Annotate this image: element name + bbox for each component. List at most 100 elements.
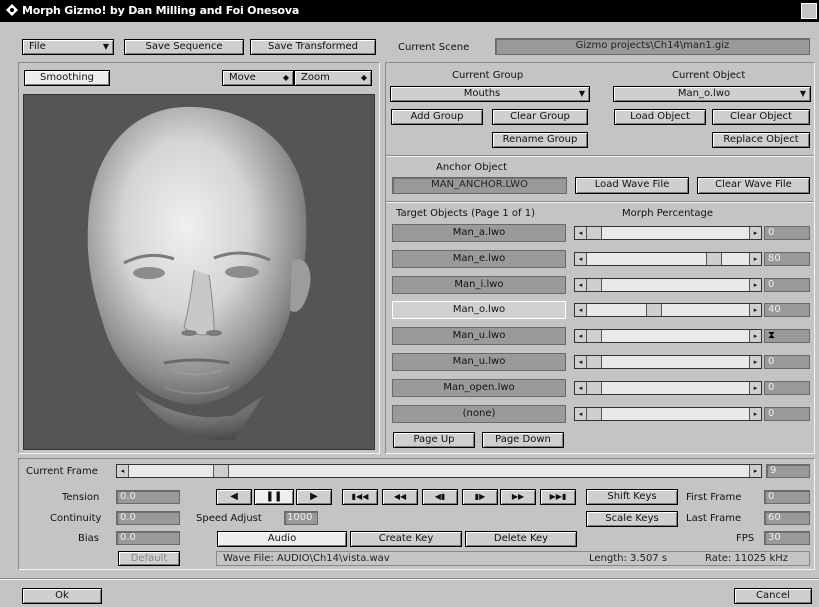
load-object-button[interactable]: Load Object [614, 109, 706, 125]
morph-slider-thumb[interactable] [586, 382, 602, 394]
play-button[interactable]: ▶ [296, 489, 332, 505]
slider-right-arrow-icon[interactable]: ▸ [749, 227, 761, 239]
play-reverse-button[interactable]: ◀ [216, 489, 252, 505]
tension-field[interactable]: 0.0 [116, 490, 180, 504]
move-mode-select[interactable]: Move ◆ [222, 70, 294, 86]
target-object-name[interactable]: (none) [392, 405, 566, 423]
smoothing-button[interactable]: Smoothing [24, 70, 110, 86]
audio-button[interactable]: Audio [217, 531, 347, 547]
slider-left-arrow-icon[interactable]: ◂ [575, 304, 587, 316]
current-frame-slider[interactable]: ◂ ▸ [116, 464, 762, 478]
slider-left-arrow-icon[interactable]: ◂ [117, 465, 129, 477]
morph-percentage-field[interactable]: ⧗ [764, 329, 810, 343]
slider-left-arrow-icon[interactable]: ◂ [575, 253, 587, 265]
morph-percentage-field[interactable]: 0 [764, 407, 810, 421]
morph-percentage-slider[interactable]: ◂ ▸ [574, 226, 762, 240]
morph-percentage-slider[interactable]: ◂ ▸ [574, 278, 762, 292]
slider-right-arrow-icon[interactable]: ▸ [749, 304, 761, 316]
file-menu[interactable]: File ▼ [22, 39, 114, 55]
add-group-button[interactable]: Add Group [391, 109, 483, 125]
save-transformed-button[interactable]: Save Transformed [250, 39, 376, 55]
target-object-name[interactable]: Man_u.lwo [392, 327, 566, 345]
target-object-name[interactable]: Man_e.lwo [392, 250, 566, 268]
current-group-select[interactable]: Mouths ▼ [390, 86, 590, 102]
shift-keys-button[interactable]: Shift Keys [586, 489, 678, 505]
current-object-label: Current Object [672, 70, 746, 81]
current-frame-field[interactable]: 9 [766, 464, 810, 478]
morph-percentage-field[interactable]: 40 [764, 303, 810, 317]
morph-percentage-field[interactable]: 80 [764, 252, 810, 266]
ok-button[interactable]: Ok [22, 588, 102, 604]
morph-percentage-slider[interactable]: ◂ ▸ [574, 381, 762, 395]
last-frame-button[interactable]: ▶▶▮ [540, 489, 576, 505]
3d-viewport[interactable] [23, 94, 375, 450]
morph-slider-thumb[interactable] [586, 279, 602, 291]
target-object-name[interactable]: Man_o.lwo [392, 301, 566, 319]
clear-group-button[interactable]: Clear Group [492, 109, 588, 125]
morph-percentage-slider[interactable]: ◂ ▸ [574, 303, 762, 317]
morph-percentage-field[interactable]: 0 [764, 355, 810, 369]
slider-right-arrow-icon[interactable]: ▸ [749, 279, 761, 291]
page-up-button[interactable]: Page Up [393, 432, 475, 448]
cancel-button[interactable]: Cancel [734, 588, 812, 604]
create-key-button[interactable]: Create Key [350, 531, 462, 547]
replace-object-button[interactable]: Replace Object [712, 132, 810, 148]
default-button[interactable]: Default [118, 551, 180, 566]
morph-slider-thumb[interactable] [586, 330, 602, 342]
step-forward-button[interactable]: ▮▶ [462, 489, 498, 505]
target-object-name[interactable]: Man_i.lwo [392, 276, 566, 294]
anchor-object-field: MAN_ANCHOR.LWO [392, 177, 567, 194]
morph-percentage-field[interactable]: 0 [764, 226, 810, 240]
speed-adjust-label: Speed Adjust [196, 513, 262, 524]
pause-button[interactable]: ❚❚ [254, 489, 294, 505]
morph-slider-thumb[interactable] [706, 253, 722, 265]
title-bar: Morph Gizmo! by Dan Milling and Foi Ones… [0, 0, 819, 22]
rename-group-button[interactable]: Rename Group [492, 132, 588, 148]
morph-percentage-slider[interactable]: ◂ ▸ [574, 355, 762, 369]
morph-slider-thumb[interactable] [646, 304, 662, 316]
continuity-field[interactable]: 0.0 [116, 511, 180, 525]
page-down-button[interactable]: Page Down [482, 432, 564, 448]
morph-slider-thumb[interactable] [586, 356, 602, 368]
load-wave-file-button[interactable]: Load Wave File [575, 177, 689, 194]
step-back-button[interactable]: ◀▮ [422, 489, 458, 505]
last-frame-field[interactable]: 60 [764, 511, 810, 525]
slider-right-arrow-icon[interactable]: ▸ [749, 253, 761, 265]
fps-field[interactable]: 30 [764, 531, 810, 545]
morph-percentage-field[interactable]: 0 [764, 381, 810, 395]
clear-object-button[interactable]: Clear Object [712, 109, 810, 125]
target-object-name[interactable]: Man_u.lwo [392, 353, 566, 371]
scale-keys-button[interactable]: Scale Keys [586, 511, 678, 527]
first-frame-button[interactable]: ▮◀◀ [342, 489, 378, 505]
morph-gizmo-window: Morph Gizmo! by Dan Milling and Foi Ones… [0, 0, 819, 607]
fps-label: FPS [736, 533, 755, 544]
skip-to-end-icon: ▶▶▮ [549, 492, 567, 501]
morph-percentage-slider[interactable]: ◂ ▸ [574, 252, 762, 266]
clear-wave-file-button[interactable]: Clear Wave File [697, 177, 810, 194]
fast-forward-button[interactable]: ▶▶ [500, 489, 536, 505]
speed-adjust-field[interactable]: 1000 [284, 511, 318, 525]
anchor-object-label: Anchor Object [436, 162, 507, 173]
current-object-select[interactable]: Man_o.lwo ▼ [613, 86, 811, 102]
morph-percentage-slider[interactable]: ◂ ▸ [574, 329, 762, 343]
window-title: Morph Gizmo! by Dan Milling and Foi Ones… [22, 4, 300, 17]
current-frame-thumb[interactable] [213, 465, 229, 477]
zoom-mode-select[interactable]: Zoom ◆ [294, 70, 372, 86]
morph-percentage-slider[interactable]: ◂ ▸ [574, 407, 762, 421]
morph-percentage-field[interactable]: 0 [764, 278, 810, 292]
slider-right-arrow-icon[interactable]: ▸ [749, 465, 761, 477]
slider-right-arrow-icon[interactable]: ▸ [749, 408, 761, 420]
target-object-name[interactable]: Man_open.lwo [392, 379, 566, 397]
morph-slider-thumb[interactable] [586, 227, 602, 239]
first-frame-field[interactable]: 0 [764, 490, 810, 504]
morph-slider-thumb[interactable] [586, 408, 602, 420]
slider-right-arrow-icon[interactable]: ▸ [749, 330, 761, 342]
save-sequence-button[interactable]: Save Sequence [124, 39, 244, 55]
bias-field[interactable]: 0.0 [116, 531, 180, 545]
delete-key-button[interactable]: Delete Key [465, 531, 577, 547]
slider-right-arrow-icon[interactable]: ▸ [749, 382, 761, 394]
rewind-button[interactable]: ◀◀ [382, 489, 418, 505]
target-object-name[interactable]: Man_a.lwo [392, 224, 566, 242]
close-icon[interactable] [801, 3, 817, 19]
slider-right-arrow-icon[interactable]: ▸ [749, 356, 761, 368]
